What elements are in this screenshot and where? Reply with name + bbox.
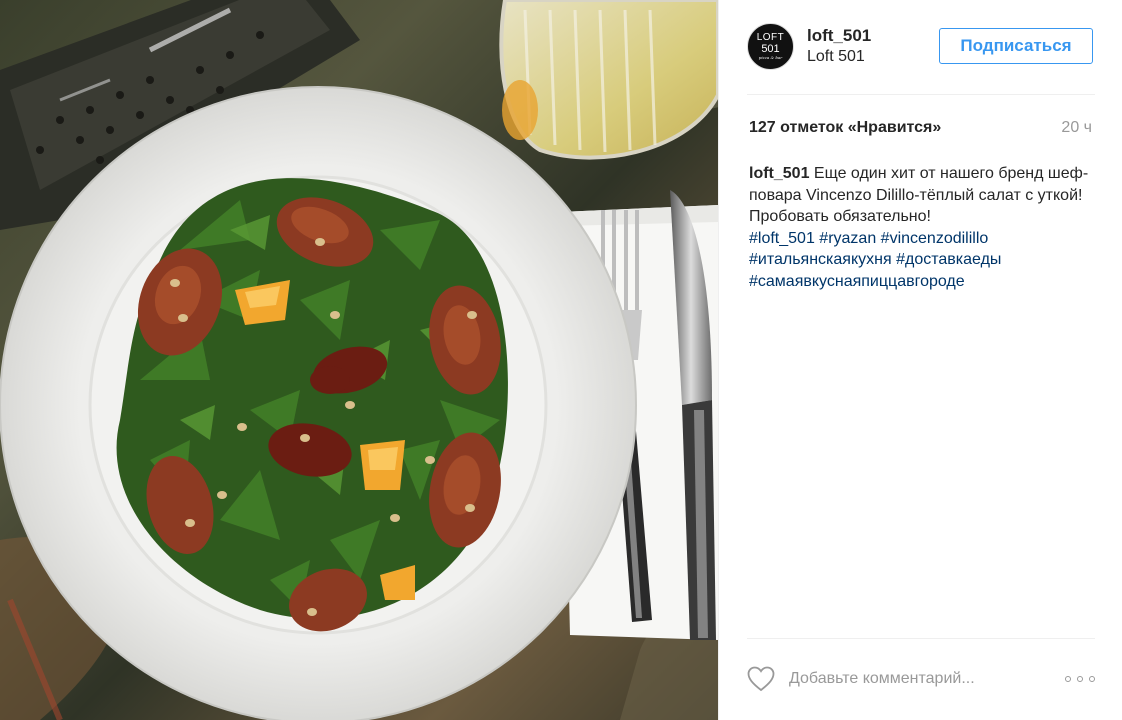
dot-icon bbox=[1065, 676, 1071, 682]
divider bbox=[747, 638, 1095, 639]
hashtag-link[interactable]: #доставкаеды bbox=[896, 251, 1001, 268]
caption-username-link[interactable]: loft_501 bbox=[749, 165, 809, 182]
post-photo[interactable] bbox=[0, 0, 718, 720]
dot-icon bbox=[1077, 676, 1083, 682]
dot-icon bbox=[1089, 676, 1095, 682]
post-header: LOFT 501 pizza & bar loft_501 Loft 501 П… bbox=[719, 0, 1122, 94]
hashtag-link[interactable]: #vincenzodilillo bbox=[881, 230, 989, 247]
heart-icon[interactable] bbox=[747, 666, 775, 692]
comment-bar bbox=[719, 640, 1122, 720]
avatar-logo-line3: pizza & bar bbox=[758, 55, 783, 60]
post-timestamp[interactable]: 20 ч bbox=[1061, 119, 1092, 137]
follow-button[interactable]: Подписаться bbox=[939, 28, 1093, 64]
post-caption: loft_501 Еще один хит от нашего бренд ше… bbox=[749, 163, 1099, 292]
hashtag-link[interactable]: #самаявкуснаяпиццавгороде bbox=[749, 273, 965, 290]
avatar-logo-line2: 501 bbox=[761, 43, 780, 55]
lemonade-glass bbox=[499, 0, 718, 160]
username-link[interactable]: loft_501 bbox=[807, 26, 871, 46]
post-details-panel: LOFT 501 pizza & bar loft_501 Loft 501 П… bbox=[718, 0, 1122, 720]
more-options-icon[interactable] bbox=[1065, 671, 1095, 687]
hashtag-link[interactable]: #итальянскаякухня bbox=[749, 251, 892, 268]
photo-salad-illustration bbox=[0, 0, 718, 720]
divider bbox=[747, 94, 1095, 95]
avatar[interactable]: LOFT 501 pizza & bar bbox=[747, 23, 794, 70]
hashtag-link[interactable]: #loft_501 bbox=[749, 230, 815, 247]
avatar-logo-line1: LOFT bbox=[756, 32, 785, 43]
account-full-name: Loft 501 bbox=[807, 48, 865, 65]
likes-count[interactable]: 127 отметок «Нравится» bbox=[749, 119, 941, 137]
comment-input[interactable] bbox=[789, 666, 1049, 692]
hashtag-link[interactable]: #ryazan bbox=[819, 230, 876, 247]
